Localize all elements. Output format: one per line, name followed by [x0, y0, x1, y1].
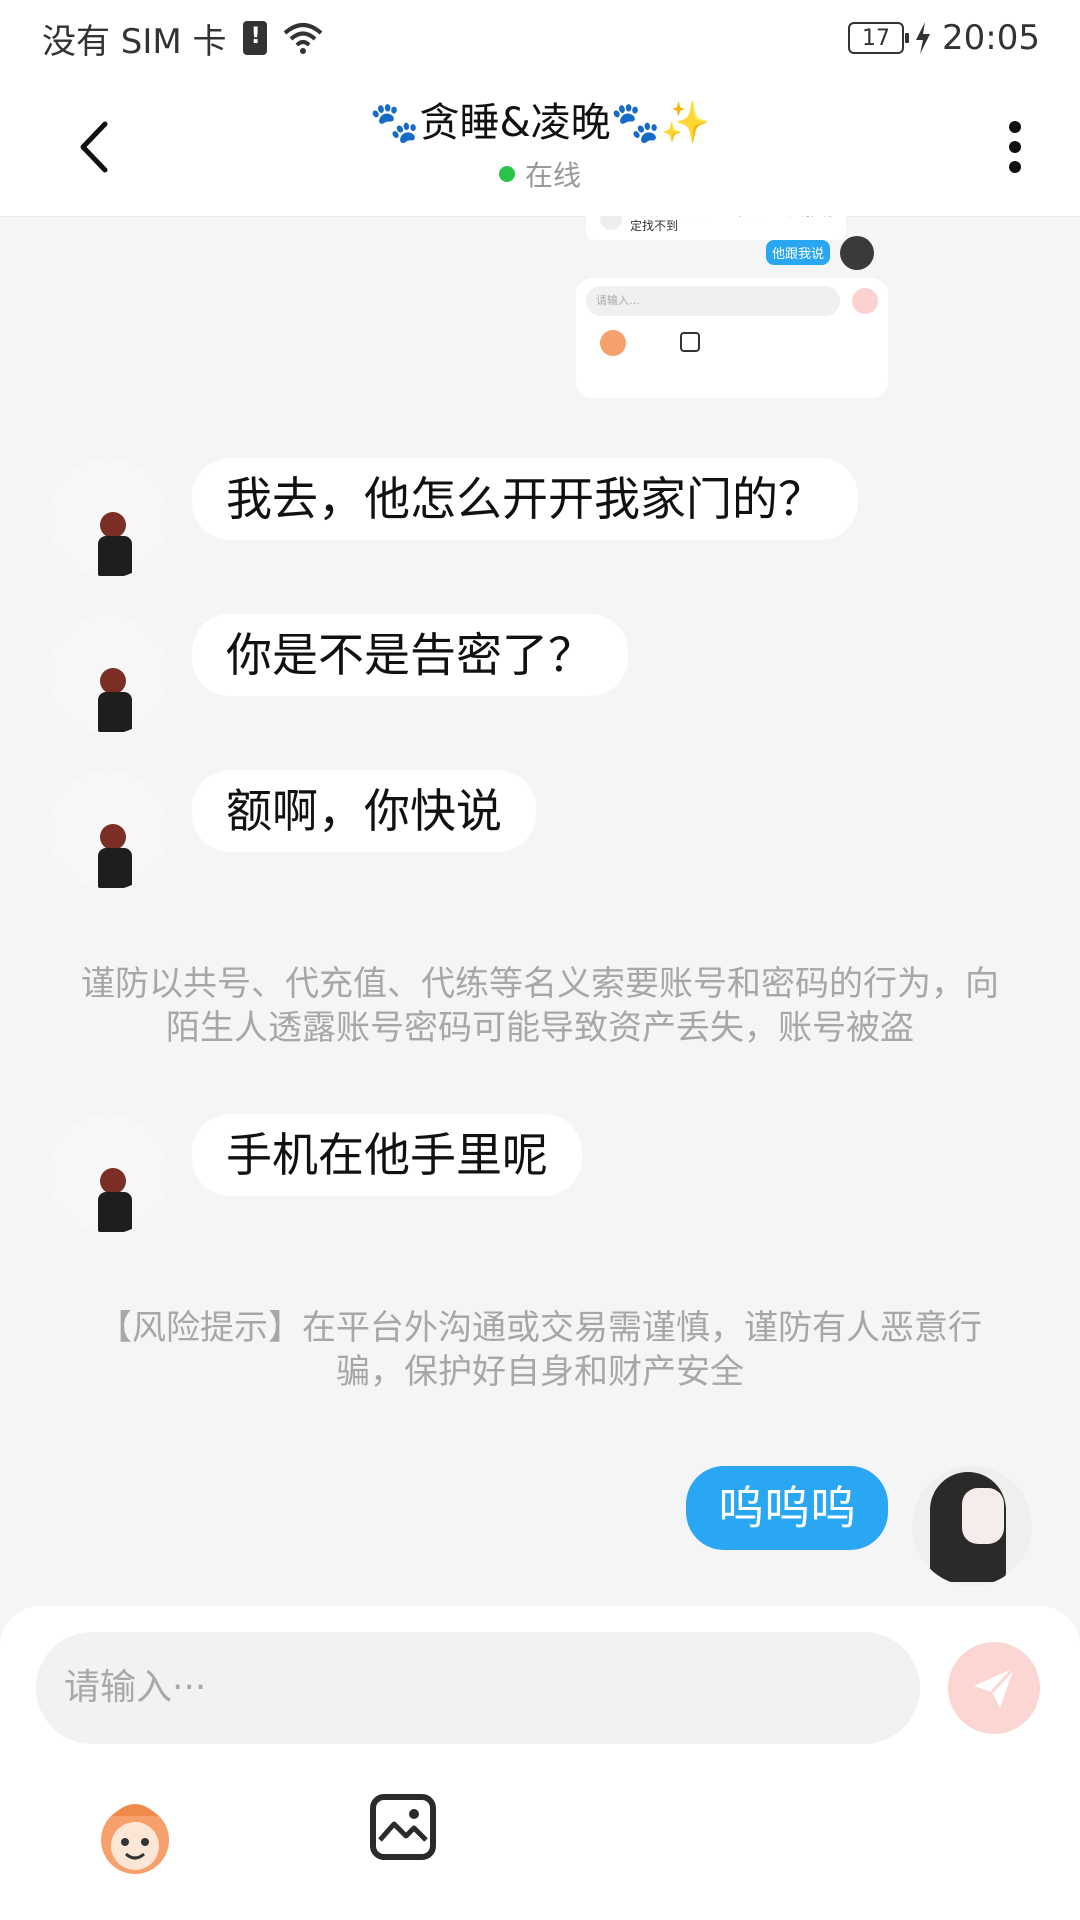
- shared-screenshot-image[interactable]: 奶昔就放他那那个呢，他这人聪明，肯定找不到 他跟我说 请输入…: [576, 216, 888, 398]
- input-bar: 请输入···: [0, 1606, 1080, 1920]
- preview-avatar: [600, 216, 622, 230]
- message-bubble[interactable]: 我去，他怎么开开我家门的？: [192, 458, 858, 540]
- my-message-bubble[interactable]: 呜呜呜: [686, 1466, 888, 1550]
- preview-bubble: 他跟我说: [765, 240, 830, 265]
- chat-area[interactable]: 奶昔就放他那那个呢，他这人聪明，肯定找不到 他跟我说 请输入… 我去，他怎么开开…: [0, 216, 1080, 1606]
- status-bar: 没有 SIM 卡 17 20:05: [0, 0, 1080, 76]
- message-row: 我去，他怎么开开我家门的？: [48, 458, 858, 578]
- preview-input-card: 请输入…: [576, 278, 888, 398]
- charging-icon: [916, 22, 931, 54]
- preview-send-icon: [852, 288, 878, 314]
- image-picker-button[interactable]: [370, 1794, 436, 1860]
- battery-icon: 17: [848, 22, 910, 54]
- back-button[interactable]: [64, 112, 124, 182]
- battery-level: 17: [862, 25, 891, 51]
- more-options-button[interactable]: [990, 112, 1040, 182]
- wifi-icon: [283, 23, 322, 54]
- send-button[interactable]: [948, 1642, 1040, 1734]
- preview-avatar-right: [840, 236, 874, 270]
- message-row: 手机在他手里呢: [48, 1114, 582, 1234]
- message-bubble[interactable]: 额啊，你快说: [192, 770, 536, 852]
- message-bubble[interactable]: 手机在他手里呢: [192, 1114, 582, 1196]
- image-icon: [378, 1809, 428, 1842]
- avatar[interactable]: [48, 458, 168, 578]
- monkey-emoji-icon: [101, 1804, 169, 1874]
- more-vertical-icon: [1009, 121, 1021, 173]
- chevron-left-icon: [80, 121, 108, 173]
- message-bubble[interactable]: 你是不是告密了？: [192, 614, 628, 696]
- preview-message-text: 奶昔就放他那那个呢，他这人聪明，肯定找不到: [630, 216, 834, 233]
- title-block: 🐾贪睡&凌晚🐾✨ 在线: [200, 90, 880, 194]
- chat-header: 🐾贪睡&凌晚🐾✨ 在线: [0, 76, 1080, 217]
- message-row: 额啊，你快说: [48, 770, 536, 890]
- avatar[interactable]: [48, 614, 168, 734]
- online-status: 在线: [200, 154, 880, 194]
- online-dot-icon: [498, 166, 515, 182]
- emoji-button[interactable]: [92, 1792, 178, 1878]
- preview-image-icon: [680, 332, 700, 352]
- preview-emoji-icon: [600, 330, 626, 356]
- my-avatar[interactable]: [912, 1466, 1032, 1586]
- avatar[interactable]: [48, 1114, 168, 1234]
- online-status-text: 在线: [524, 159, 581, 192]
- my-message-row: 呜呜呜: [686, 1466, 1032, 1586]
- status-left: 没有 SIM 卡: [42, 14, 323, 63]
- clock: 20:05: [942, 18, 1040, 58]
- message-input[interactable]: 请输入···: [36, 1632, 920, 1744]
- status-right: 17 20:05: [848, 18, 1040, 58]
- send-icon: [974, 1666, 1016, 1708]
- avatar[interactable]: [48, 770, 168, 890]
- message-row: 你是不是告密了？: [48, 614, 628, 734]
- preview-input: 请输入…: [586, 286, 840, 316]
- no-sim-icon: [242, 21, 267, 55]
- carrier-text: 没有 SIM 卡: [42, 21, 227, 62]
- system-notice: 谨防以共号、代充值、代练等名义索要账号和密码的行为，向陌生人透露账号密码可能导致…: [81, 964, 999, 1048]
- preview-message: 奶昔就放他那那个呢，他这人聪明，肯定找不到: [586, 216, 846, 240]
- contact-name: 🐾贪睡&凌晚🐾✨: [369, 100, 711, 146]
- risk-notice: 【风险提示】在平台外沟通或交易需谨慎，谨防有人恶意行骗，保护好自身和财产安全: [98, 1308, 982, 1392]
